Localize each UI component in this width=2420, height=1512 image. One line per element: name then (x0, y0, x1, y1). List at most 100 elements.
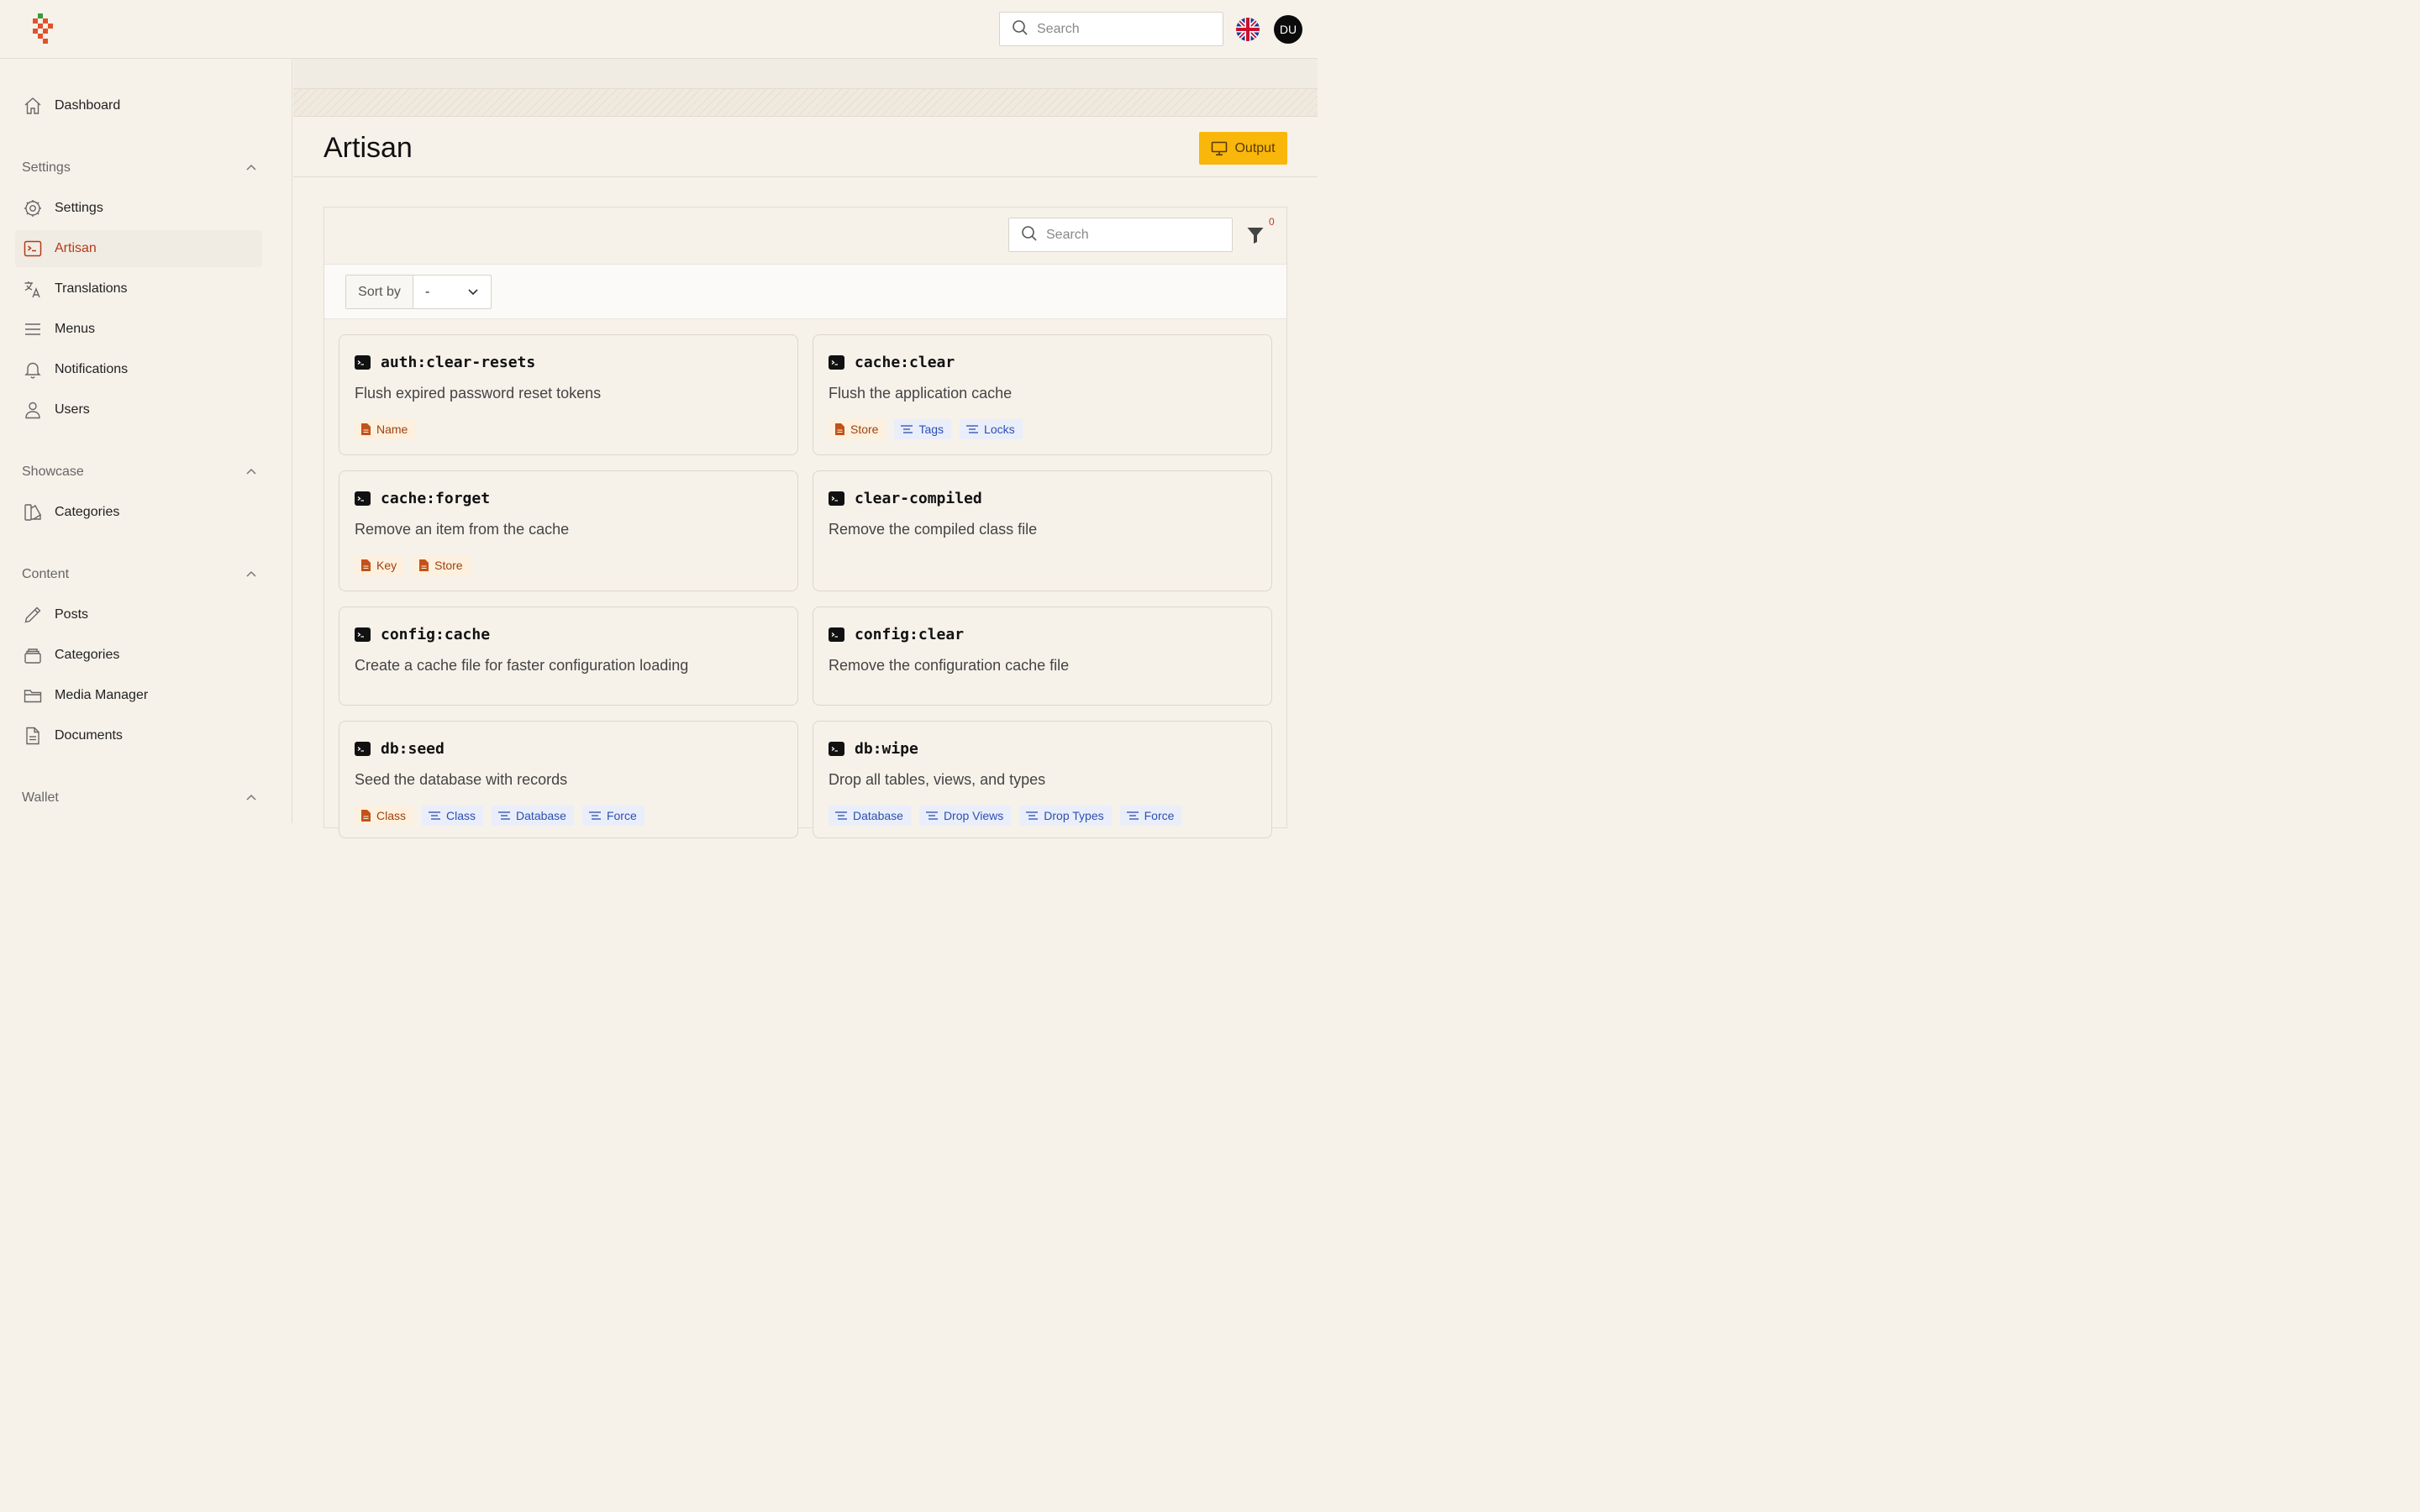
section-settings[interactable]: Settings (22, 158, 257, 178)
avatar[interactable]: DU (1274, 15, 1302, 44)
sidebar-item-label: Dashboard (55, 98, 121, 113)
align-left-icon (429, 811, 441, 820)
sidebar-item-content-categories[interactable]: Categories (15, 637, 262, 674)
global-search-box[interactable] (999, 12, 1223, 46)
folder-icon (24, 686, 42, 705)
terminal-icon (829, 742, 844, 756)
main-top-band (293, 59, 1318, 88)
global-search-input[interactable] (1037, 21, 1205, 37)
align-left-icon (966, 425, 979, 433)
command-card[interactable]: db:seed Seed the database with records Cla… (339, 721, 798, 838)
striped-banner (293, 88, 1318, 117)
command-title: auth:clear-resets (355, 354, 535, 371)
section-title: Content (22, 567, 70, 581)
tag-label: Drop Types (1044, 809, 1104, 822)
logo-icon[interactable] (30, 13, 57, 45)
sidebar-item-notifications[interactable]: Notifications (15, 351, 262, 388)
output-button[interactable]: Output (1199, 132, 1287, 165)
sort-dropdown[interactable]: - (413, 276, 491, 308)
tag-label: Class (446, 809, 476, 822)
command-description: Drop all tables, views, and types (829, 771, 1046, 788)
sidebar-item-label: Documents (55, 728, 123, 743)
argument-tag: Name (355, 419, 416, 439)
command-card[interactable]: db:wipe Drop all tables, views, and types… (813, 721, 1272, 838)
sidebar-item-posts[interactable]: Posts (15, 596, 262, 633)
section-showcase[interactable]: Showcase (22, 462, 257, 482)
command-name: cache:clear (855, 354, 955, 371)
argument-tag: Store (413, 555, 471, 575)
file-icon (419, 559, 429, 571)
sidebar-item-media-manager[interactable]: Media Manager (15, 677, 262, 714)
terminal-icon (355, 491, 371, 506)
sidebar-item-label: Translations (55, 281, 128, 296)
command-card[interactable]: cache:forget Remove an item from the cach… (339, 470, 798, 591)
section-content[interactable]: Content (22, 564, 257, 585)
option-tag: Database (492, 806, 574, 826)
option-tag: Drop Views (918, 806, 1012, 826)
command-card[interactable]: clear-compiled Remove the compiled class … (813, 470, 1272, 591)
command-card[interactable]: config:clear Remove the configuration cac… (813, 606, 1272, 706)
sidebar-item-label: Categories (55, 505, 120, 519)
chevron-down-icon (467, 285, 479, 300)
command-arguments: Database Drop Views Drop Types Force (829, 806, 1182, 826)
file-icon (835, 423, 844, 435)
chevron-up-icon[interactable] (245, 465, 257, 480)
command-description: Create a cache file for faster configura… (355, 657, 689, 674)
option-tag: Database (829, 806, 911, 826)
option-tag: Class (422, 806, 484, 826)
chevron-up-icon[interactable] (245, 567, 257, 582)
tag-label: Name (376, 423, 408, 436)
sidebar-item-menus[interactable]: Menus (15, 311, 262, 348)
command-title: cache:clear (829, 354, 955, 371)
option-tag: Drop Types (1019, 806, 1112, 826)
sort-select[interactable]: Sort by - (345, 275, 492, 309)
command-title: config:cache (355, 626, 490, 643)
terminal-icon (829, 491, 844, 506)
sidebar-item-showcase-categories[interactable]: Categories (15, 494, 262, 531)
section-wallet[interactable]: Wallet (22, 788, 257, 808)
sort-bar: Sort by - (324, 264, 1286, 319)
monitor-icon (1211, 141, 1228, 156)
command-name: config:cache (381, 626, 491, 643)
sidebar-item-settings[interactable]: Settings (15, 190, 262, 227)
translate-icon (24, 280, 42, 298)
uk-flag-icon[interactable] (1236, 18, 1260, 41)
align-left-icon (925, 811, 938, 820)
command-card[interactable]: config:cache Create a cache file for fast… (339, 606, 798, 706)
sidebar-item-users[interactable]: Users (15, 391, 262, 428)
tag-label: Database (516, 809, 566, 822)
chevron-up-icon[interactable] (245, 790, 257, 806)
option-tag: Tags (894, 419, 952, 439)
sidebar-item-artisan[interactable]: Artisan (15, 230, 262, 267)
section-title: Showcase (22, 465, 84, 479)
command-card[interactable]: auth:clear-resets Flush expired password … (339, 334, 798, 455)
filter-icon[interactable] (1246, 226, 1265, 244)
sidebar-item-dashboard[interactable]: Dashboard (15, 87, 262, 124)
sidebar-item-label: Users (55, 402, 90, 417)
topbar: DU (0, 0, 1318, 59)
commands-search-box[interactable] (1008, 218, 1233, 252)
command-description: Remove the compiled class file (829, 521, 1038, 538)
align-left-icon (588, 811, 601, 820)
sidebar-item-translations[interactable]: Translations (15, 270, 262, 307)
chevron-up-icon[interactable] (245, 160, 257, 176)
command-description: Flush expired password reset tokens (355, 385, 602, 402)
search-icon (1012, 19, 1028, 39)
command-title: db:wipe (829, 740, 918, 758)
sidebar-item-documents[interactable]: Documents (15, 717, 262, 754)
command-name: config:clear (855, 626, 965, 643)
document-icon (24, 727, 42, 745)
user-icon (24, 401, 42, 419)
commands-search-input[interactable] (1046, 227, 1214, 243)
terminal-icon (829, 355, 844, 370)
command-arguments: Store Tags Locks (829, 419, 1023, 439)
command-card[interactable]: cache:clear Flush the application cache St… (813, 334, 1272, 455)
file-icon (361, 810, 371, 822)
pencil-icon (24, 606, 42, 624)
sort-value: - (425, 284, 430, 299)
swatch-icon (24, 503, 42, 522)
argument-tag: Class (355, 806, 414, 826)
align-left-icon (901, 425, 913, 433)
command-title: clear-compiled (829, 490, 982, 507)
command-name: clear-compiled (855, 490, 982, 507)
